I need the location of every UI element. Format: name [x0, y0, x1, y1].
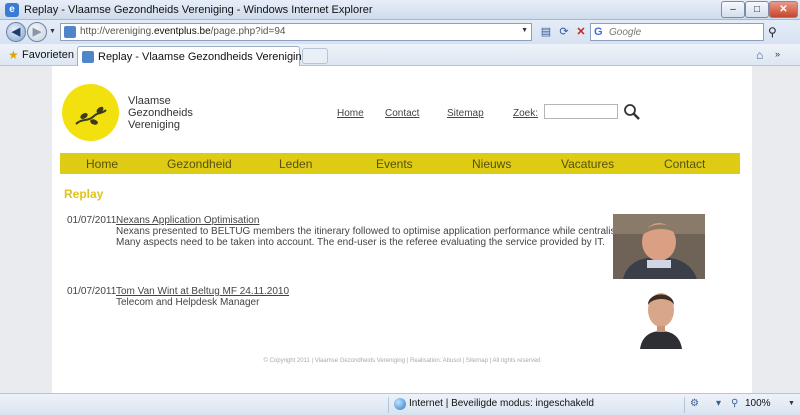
window-title: Replay - Vlaamse Gezondheids Vereniging …: [24, 4, 373, 16]
url-suffix: /page.php?id=94: [210, 26, 286, 37]
tab-title: Replay - Vlaamse Gezondheids Vereniging: [98, 51, 308, 63]
site-search-input[interactable]: [544, 104, 618, 119]
search-box[interactable]: G Google: [590, 23, 764, 41]
browser-tab[interactable]: Replay - Vlaamse Gezondheids Vereniging: [77, 46, 308, 66]
minimize-button[interactable]: –: [721, 1, 745, 18]
zoom-dropdown-icon[interactable]: ▼: [788, 400, 795, 407]
url-prefix: http://vereniging.: [80, 26, 154, 37]
favorites-button[interactable]: Favorieten: [22, 49, 74, 61]
compatibility-view-icon[interactable]: ▤: [538, 25, 554, 39]
new-tab-button[interactable]: [302, 48, 328, 64]
menu-item-nieuws[interactable]: Nieuws: [472, 157, 511, 171]
entry-description: Many aspects need to be taken into accou…: [116, 237, 605, 248]
main-menu: Home Gezondheid Leden Events Nieuws Vaca…: [60, 153, 740, 174]
page-footer: © Copyright 2011 | Vlaamse Gezondheids V…: [263, 358, 541, 364]
entry-description: Telecom and Helpdesk Manager: [116, 297, 260, 308]
history-dropdown-icon[interactable]: ▼: [49, 28, 56, 35]
top-link-sitemap[interactable]: Sitemap: [447, 108, 484, 119]
speaker-photo[interactable]: [638, 283, 684, 349]
logo-line: Vlaamse: [128, 95, 171, 107]
web-page: Vlaamse Gezondheids Vereniging Home Cont…: [52, 66, 752, 393]
status-divider: [684, 397, 685, 413]
close-button[interactable]: ✕: [769, 1, 798, 18]
menu-item-gezondheid[interactable]: Gezondheid: [167, 157, 232, 171]
status-bar: Internet | Beveiligde modus: ingeschakel…: [0, 393, 800, 415]
stop-icon[interactable]: ✕: [573, 25, 589, 39]
menu-item-vacatures[interactable]: Vacatures: [561, 157, 614, 171]
home-icon[interactable]: ⌂: [756, 48, 763, 62]
menu-item-contact[interactable]: Contact: [664, 157, 705, 171]
top-link-contact[interactable]: Contact: [385, 108, 419, 119]
entry-date: 01/07/2011: [67, 215, 117, 226]
favorites-star-icon[interactable]: ★: [8, 48, 19, 62]
ie-logo-icon: e: [5, 3, 19, 17]
page-margin-right: [752, 66, 800, 393]
url-domain: eventplus.be: [153, 26, 211, 37]
site-logo[interactable]: [62, 84, 119, 141]
zoom-level[interactable]: 100%: [745, 398, 771, 409]
menu-item-home[interactable]: Home: [86, 157, 118, 171]
site-name: Vlaamse Gezondheids Vereniging: [128, 95, 193, 131]
leaf-ornament-icon: [75, 106, 107, 125]
google-icon: G: [594, 26, 603, 38]
menu-item-leden[interactable]: Leden: [279, 157, 312, 171]
page-margin-left: [0, 66, 52, 393]
logo-line: Gezondheids: [128, 107, 193, 119]
address-bar[interactable]: http://vereniging.eventplus.be/page.php?…: [60, 23, 532, 41]
speaker-photo-image: [613, 214, 705, 279]
search-label: Zoek:: [513, 108, 539, 119]
tab-page-icon: [82, 51, 94, 63]
maximize-button[interactable]: □: [745, 1, 769, 18]
menu-item-events[interactable]: Events: [376, 157, 413, 171]
window-titlebar: e Replay - Vlaamse Gezondheids Verenigin…: [0, 0, 800, 20]
entry-title-link[interactable]: Tom Van Wint at Beltug MF 24.11.2010: [116, 286, 289, 297]
search-placeholder: Google: [609, 27, 642, 38]
protected-mode-icon[interactable]: ⚙: [690, 398, 699, 409]
speaker-photo-image: [638, 283, 684, 349]
more-commands-icon[interactable]: »: [775, 49, 780, 59]
search-icon[interactable]: ⚲: [768, 25, 777, 39]
browser-viewport: Vlaamse Gezondheids Vereniging Home Cont…: [0, 66, 800, 393]
page-icon: [64, 26, 76, 38]
status-dropdown-icon[interactable]: ▾: [716, 398, 721, 409]
forward-button[interactable]: ▶: [27, 22, 47, 42]
url-text[interactable]: http://vereniging.eventplus.be/page.php?…: [80, 26, 285, 37]
zoom-icon[interactable]: ⚲: [731, 398, 738, 409]
magnifier-icon[interactable]: [623, 103, 641, 121]
speaker-photo[interactable]: [613, 214, 705, 279]
favorites-bar: ★ Favorieten Replay - Vlaamse Gezondheid…: [0, 44, 800, 66]
refresh-icon[interactable]: ⟳: [556, 25, 572, 39]
entry-title-link[interactable]: Nexans Application Optimisation: [116, 215, 259, 226]
top-link-home[interactable]: Home: [337, 108, 364, 119]
entry-date: 01/07/2011: [67, 286, 117, 297]
status-divider: [388, 397, 389, 413]
page-title: Replay: [64, 187, 104, 201]
navigation-bar: ◀ ▶ ▼ http://vereniging.eventplus.be/pag…: [0, 20, 800, 44]
logo-line: Vereniging: [128, 119, 180, 131]
internet-zone-icon: [394, 398, 406, 410]
security-zone-text[interactable]: Internet | Beveiligde modus: ingeschakel…: [409, 398, 594, 409]
address-dropdown-icon[interactable]: ▼: [521, 27, 528, 34]
back-button[interactable]: ◀: [6, 22, 26, 42]
